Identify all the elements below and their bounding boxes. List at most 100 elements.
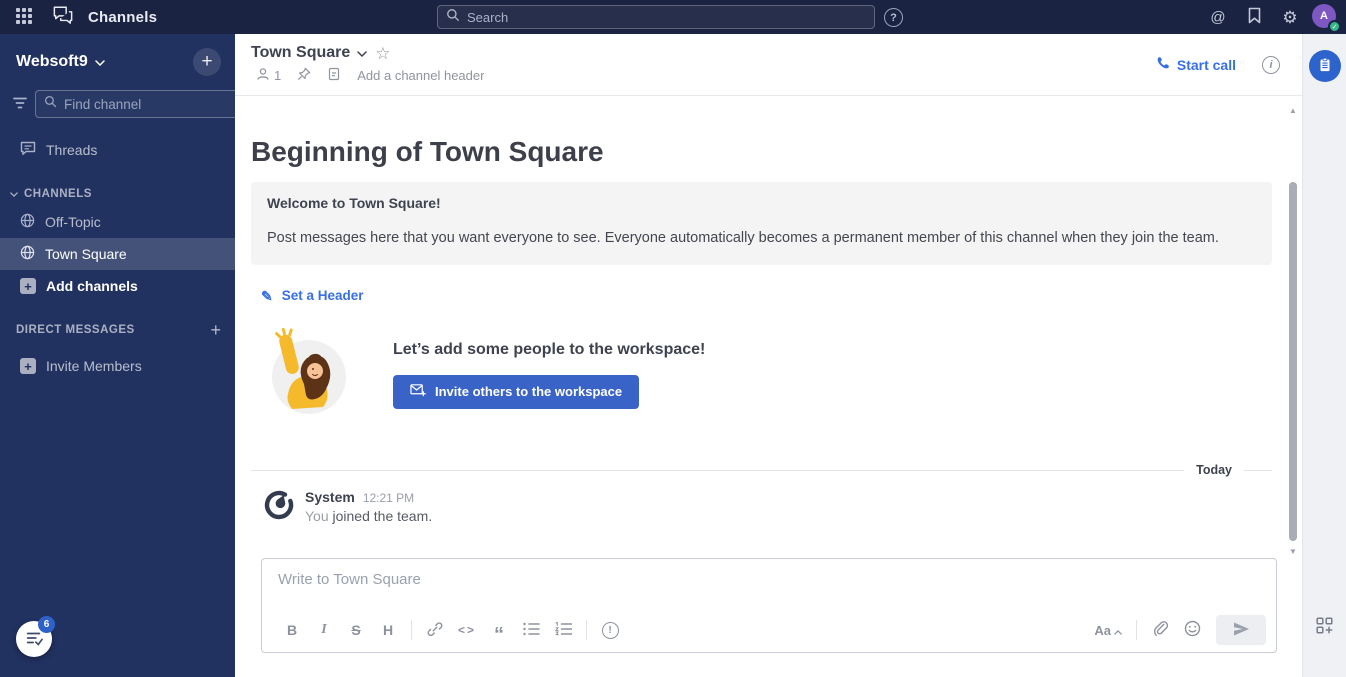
- channel-intro-heading: Beginning of Town Square: [251, 136, 604, 167]
- chevron-up-icon: [1114, 623, 1122, 638]
- channel-apps-button[interactable]: [1316, 617, 1333, 637]
- formatting-toolbar: B I S H <> “ ! Aa: [278, 615, 1266, 645]
- send-icon: [1232, 621, 1250, 640]
- envelope-plus-icon: [410, 383, 426, 400]
- channel-header: Town Square ☆ 1 Add a channel header Sta…: [235, 34, 1302, 96]
- welcome-title: Welcome to Town Square!: [267, 195, 441, 211]
- app-bar: [1302, 34, 1346, 677]
- channels-category[interactable]: CHANNELS: [0, 182, 235, 206]
- chevron-down-icon: [357, 44, 368, 62]
- bulleted-list-icon: [522, 622, 540, 639]
- bookmark-icon: [1247, 7, 1262, 27]
- add-workspace-item-button[interactable]: +: [193, 48, 221, 76]
- add-direct-message-button[interactable]: +: [210, 320, 221, 341]
- member-count: 1: [274, 68, 282, 83]
- clipboard-icon: [1316, 56, 1334, 77]
- attach-file-button[interactable]: [1146, 617, 1174, 643]
- find-channel-input[interactable]: [64, 96, 241, 112]
- chevron-down-icon: [94, 53, 105, 71]
- post-author[interactable]: System: [305, 489, 355, 505]
- set-header-button[interactable]: ✎ Set a Header: [261, 288, 364, 303]
- link-button[interactable]: [421, 617, 449, 643]
- bold-button[interactable]: B: [278, 617, 306, 643]
- channel-menu-button[interactable]: Town Square: [251, 44, 368, 62]
- channel-filter-row: [0, 76, 250, 118]
- settings-button[interactable]: ⚙: [1276, 3, 1304, 31]
- invite-others-button[interactable]: Invite others to the workspace: [393, 374, 640, 409]
- user-menu-button[interactable]: A ✓: [1312, 4, 1341, 33]
- channel-info-button[interactable]: i: [1262, 55, 1280, 74]
- welcome-card: Welcome to Town Square! Post messages he…: [251, 182, 1272, 265]
- global-search[interactable]: [437, 5, 875, 29]
- playbooks-button[interactable]: [1308, 50, 1341, 82]
- add-channels-button[interactable]: + Add channels: [0, 270, 235, 302]
- sidebar-item-off-topic[interactable]: Off-Topic: [0, 206, 235, 238]
- at-mentions-button[interactable]: @: [1204, 3, 1232, 31]
- globe-icon: [20, 213, 35, 231]
- message-priority-button[interactable]: !: [596, 617, 624, 643]
- priority-icon: !: [601, 621, 619, 639]
- post-list-scrollbar: ▲ ▼: [1287, 100, 1299, 556]
- waving-person-illustration: [264, 327, 348, 421]
- invite-members-button[interactable]: + Invite Members: [0, 350, 235, 382]
- sidebar-item-threads[interactable]: Threads: [0, 134, 235, 166]
- show-formatting-button[interactable]: Aa: [1089, 617, 1127, 643]
- numbered-list-icon: [554, 620, 572, 639]
- post-text-body: joined the team.: [332, 508, 433, 524]
- start-call-button[interactable]: Start call: [1155, 56, 1236, 74]
- link-icon: [427, 621, 443, 640]
- plus-icon: +: [210, 319, 221, 340]
- numbered-list-button[interactable]: [549, 617, 577, 643]
- message-composer[interactable]: B I S H <> “: [261, 558, 1277, 653]
- search-input[interactable]: [467, 9, 866, 25]
- global-header: Channels ? @ ⚙ A ✓: [0, 0, 1346, 34]
- emoji-button[interactable]: [1178, 617, 1206, 643]
- direct-messages-category[interactable]: DIRECT MESSAGES +: [0, 318, 235, 342]
- sidebar-item-town-square[interactable]: Town Square: [0, 238, 235, 270]
- divider-line: [1244, 469, 1272, 471]
- channels-category-label: CHANNELS: [24, 188, 92, 200]
- code-button[interactable]: <>: [453, 617, 481, 643]
- tasks-badge: 6: [38, 616, 55, 633]
- search-icon: [446, 8, 460, 27]
- toolbar-divider: [586, 620, 587, 640]
- welcome-body: Post messages here that you want everyon…: [267, 230, 1219, 246]
- send-message-button[interactable]: [1216, 615, 1266, 645]
- scroll-down-arrow[interactable]: ▼: [1287, 548, 1299, 556]
- message-input[interactable]: [278, 571, 1266, 607]
- quote-button[interactable]: “: [485, 617, 513, 645]
- channel-members-button[interactable]: 1: [251, 66, 286, 85]
- help-button[interactable]: ?: [884, 8, 903, 27]
- grid-icon: [15, 7, 33, 28]
- system-post: System 12:21 PM You joined the team.: [251, 489, 1272, 526]
- strikethrough-button[interactable]: S: [342, 617, 370, 643]
- scroll-up-arrow[interactable]: ▲: [1287, 107, 1299, 115]
- italic-button[interactable]: I: [310, 617, 338, 643]
- saved-posts-button[interactable]: [1240, 3, 1268, 31]
- app-window: Channels ? @ ⚙ A ✓: [0, 0, 1346, 677]
- post-text: You joined the team.: [305, 508, 432, 524]
- post-timestamp: 12:21 PM: [362, 491, 415, 505]
- plus-box-icon: +: [20, 278, 36, 294]
- mattermost-logo-avatar: [263, 489, 295, 526]
- channel-files-button[interactable]: [322, 66, 346, 85]
- invite-members-label: Invite Members: [46, 358, 142, 374]
- chevron-down-icon: [10, 188, 18, 200]
- pinned-posts-button[interactable]: [292, 66, 316, 85]
- date-label[interactable]: Today: [1184, 463, 1244, 477]
- product-switcher-button[interactable]: [10, 3, 38, 31]
- workspace-name: Websoft9: [16, 53, 88, 70]
- add-channel-header-button[interactable]: Add a channel header: [352, 67, 489, 84]
- heading-button[interactable]: H: [374, 617, 402, 643]
- workspace-header: Websoft9 +: [0, 34, 235, 76]
- find-channel-box[interactable]: [35, 90, 250, 118]
- channel-filter-button[interactable]: [12, 90, 28, 118]
- favorite-star-icon[interactable]: ☆: [375, 45, 390, 62]
- global-header-left: Channels: [10, 0, 157, 34]
- workspace-menu-button[interactable]: Websoft9: [16, 53, 105, 71]
- bulleted-list-button[interactable]: [517, 617, 545, 643]
- scrollbar-thumb[interactable]: [1289, 182, 1297, 541]
- divider-line: [251, 469, 1185, 471]
- main-panel: Town Square ☆ 1 Add a channel header Sta…: [235, 34, 1302, 677]
- gear-icon: ⚙: [1282, 7, 1298, 27]
